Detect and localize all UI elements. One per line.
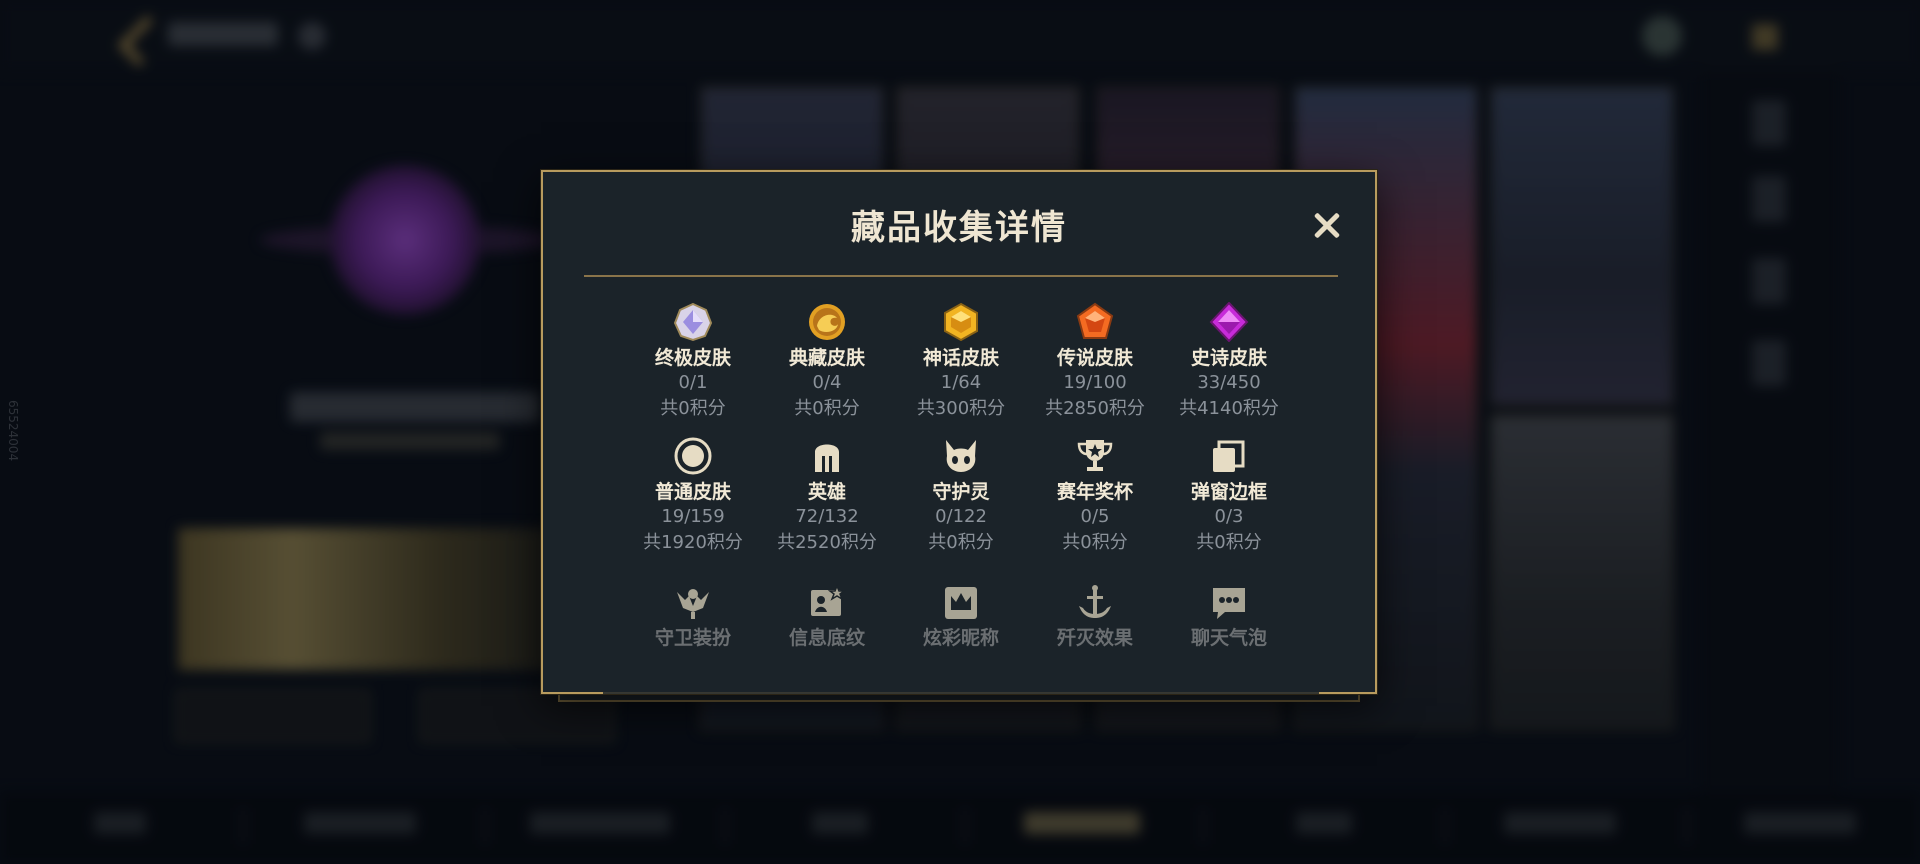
collection-item-count: 72/132 [795,506,859,527]
collection-item-count: 33/450 [1197,372,1261,393]
collection-item-count: 19/159 [661,506,725,527]
little-legend-icon [941,436,981,476]
collection-grid: 终极皮肤 0/1 共0积分 典藏皮肤 0/4 共0积分 神话皮肤 1/64 共300积分 传说皮肤… [543,172,1375,692]
collection-item-name: 守卫装扮 [654,627,731,649]
collection-item-name: 弹窗边框 [1190,481,1267,503]
collection-item-points: 共2520积分 [777,532,877,553]
crown-icon [941,582,981,622]
collection-item-points: 共0积分 [928,532,994,553]
collection-item-name: 赛年奖杯 [1056,481,1133,503]
collection-item-points: 共4140积分 [1179,398,1279,419]
collection-item[interactable]: 普通皮肤 19/159 共1920积分 [626,436,760,556]
collection-item-count: 1/64 [940,372,982,393]
collection-item[interactable]: 聊天气泡 [1162,582,1296,650]
collection-item-points: 共2850积分 [1045,398,1145,419]
collection-item-name: 神话皮肤 [922,347,999,369]
collection-item[interactable]: 信息底纹 [760,582,894,650]
collection-item-points: 共1920积分 [643,532,743,553]
collection-item-points: 共0积分 [1196,532,1262,553]
collection-item[interactable]: 史诗皮肤 33/450 共4140积分 [1162,301,1296,422]
ultimate-gem-icon [673,302,713,342]
collection-item-count: 0/4 [812,372,842,393]
collection-item[interactable]: 炫彩昵称 [894,582,1028,650]
finisher-icon [1075,582,1115,622]
collection-item[interactable]: 典藏皮肤 0/4 共0积分 [760,302,894,422]
collection-item-name: 传说皮肤 [1056,347,1133,369]
dragon-gem-icon [807,302,847,342]
collection-item-name: 史诗皮肤 [1190,347,1267,369]
epic-gem-icon [1209,301,1249,343]
helmet-icon [807,436,847,476]
collection-item-points: 共0积分 [660,398,726,419]
standard-skin-icon [673,436,713,476]
collection-item-count: 19/100 [1063,372,1127,393]
collection-item-name: 信息底纹 [788,627,865,649]
collection-item-name: 普通皮肤 [654,481,731,503]
chat-bubble-icon [1209,582,1249,622]
collection-item-name: 守护灵 [932,481,990,503]
collection-item-name: 典藏皮肤 [788,347,865,369]
collection-item-count: 0/5 [1080,506,1110,527]
collection-item-points: 共0积分 [1062,532,1128,553]
collection-item[interactable]: 终极皮肤 0/1 共0积分 [626,302,760,422]
collection-details-dialog: 藏品收集详情 终极皮肤 0/1 共0积分 典藏皮肤 0/4 共0积分 神话皮肤 1/64 共30… [541,170,1377,694]
collection-item-points: 共0积分 [794,398,860,419]
collection-item-points: 共300积分 [916,398,1006,419]
collection-item-name: 聊天气泡 [1190,627,1267,649]
collection-item-count: 0/122 [935,506,987,527]
collection-item[interactable]: 神话皮肤 1/64 共300积分 [894,302,1028,422]
mythic-gem-icon [941,302,981,342]
collection-item-count: 0/3 [1214,506,1244,527]
collection-item[interactable]: 守卫装扮 [626,582,760,650]
legendary-gem-icon [1075,302,1115,342]
collection-item[interactable]: 守护灵 0/122 共0积分 [894,436,1028,556]
collection-item-name: 炫彩昵称 [922,627,999,649]
collection-item[interactable]: 歼灭效果 [1028,582,1162,650]
collection-item-name: 终极皮肤 [654,347,731,369]
collection-item-count: 0/1 [678,372,708,393]
ward-icon [673,582,713,622]
collection-item-name: 英雄 [807,481,846,503]
collection-item-name: 歼灭效果 [1056,627,1133,649]
banner-icon [807,582,847,622]
collection-item[interactable]: 英雄 72/132 共2520积分 [760,436,894,556]
collection-item[interactable]: 传说皮肤 19/100 共2850积分 [1028,302,1162,422]
collection-item[interactable]: 弹窗边框 0/3 共0积分 [1162,436,1296,556]
collection-item[interactable]: 赛年奖杯 0/5 共0积分 [1028,436,1162,556]
border-icon [1209,436,1249,476]
trophy-icon [1075,436,1115,476]
modal-base-plate [558,694,1360,702]
